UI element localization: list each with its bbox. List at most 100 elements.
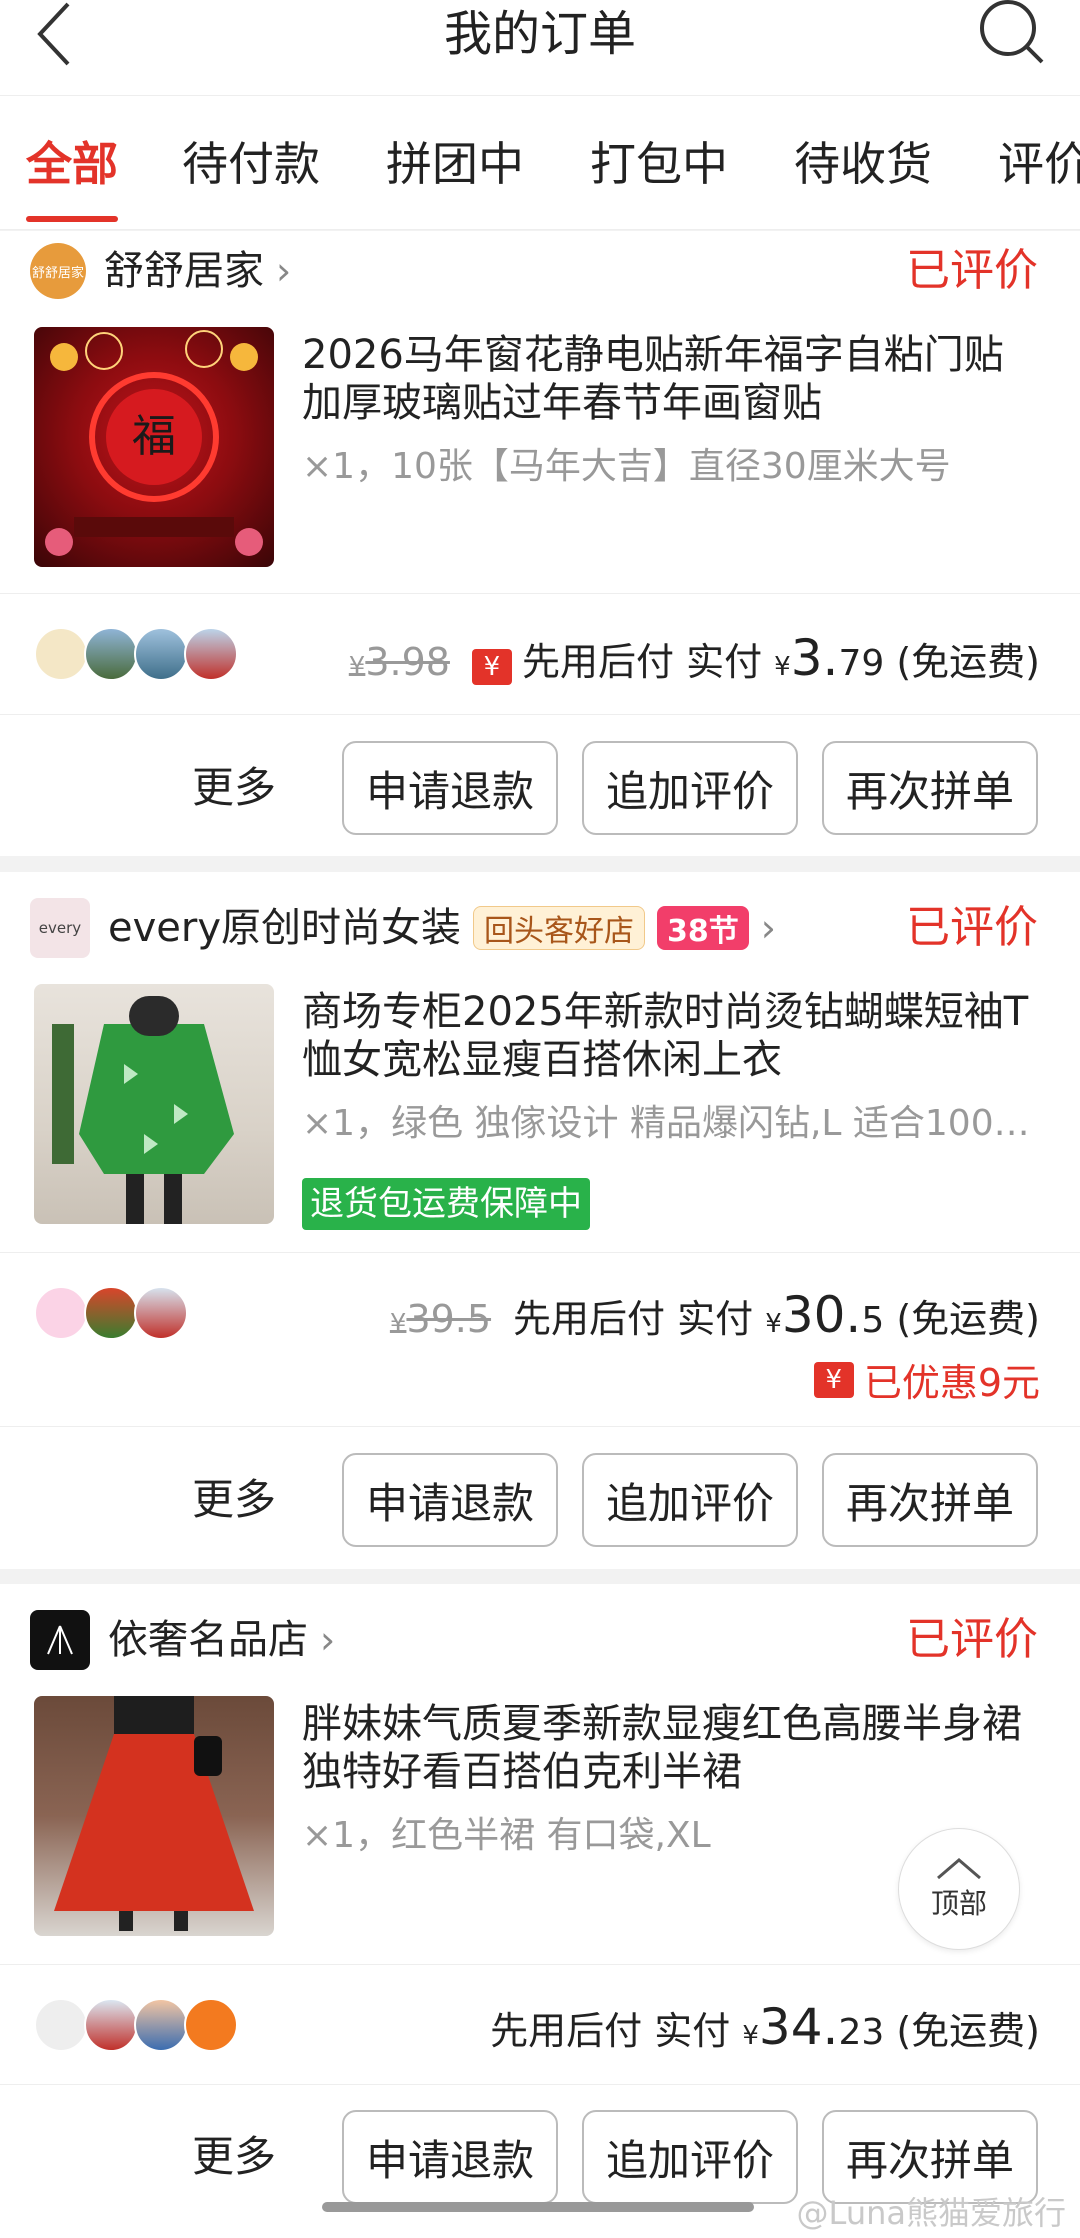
shop-header[interactable]: 舒舒居家 舒舒居家 › [30,241,291,301]
paid-price-integer: 3. [790,629,839,687]
repeat-customer-badge: 回头客好店 [473,906,646,950]
product-spec: ×1，10张【马年大吉】直径30厘米大号 [302,446,951,487]
refund-button[interactable]: 申请退款 [342,1453,558,1547]
more-button[interactable]: 更多 [192,755,276,821]
tab-to-receive[interactable]: 待收货 [794,134,932,194]
divider [0,593,1080,594]
divider [0,1252,1080,1253]
avatar [184,1998,238,2052]
divider [0,1964,1080,1965]
paid-price-decimal: 23 [838,2012,885,2053]
shop-header[interactable]: every every原创时尚女装 回头客好店 38节 › [30,898,776,958]
paid-label: 实付 [677,1297,754,1341]
divider [0,2084,1080,2085]
original-price: ¥39.5 [389,1297,492,1341]
festival-badge: 38节 [657,906,749,950]
app-header: 我的订单 [0,0,1080,96]
tab-group-buying[interactable]: 拼团中 [386,134,524,194]
currency-symbol: ¥ [774,652,791,682]
order-status: 已评价 [906,902,1038,953]
product-image[interactable] [34,984,274,1224]
chevron-right-icon: › [276,249,292,293]
tab-review[interactable]: 评价 [998,134,1080,194]
avatar [84,1998,138,2052]
order-status: 已评价 [906,1614,1038,1665]
tab-all[interactable]: 全部 [26,134,118,222]
yen-icon: ¥ [471,649,512,685]
product-title[interactable]: 2026马年窗花静电贴新年福字自粘门贴加厚玻璃贴过年春节年画窗贴 [302,331,1040,427]
order-card: 舒舒居家 舒舒居家 › 已评价 福 2026马年窗花静电贴新年福字自粘门贴加厚玻… [0,231,1080,856]
action-bar: 更多 申请退款 追加评价 再次拼单 [0,741,1080,835]
shop-name: 依奢名品店 [108,1617,308,1663]
shop-name: every原创时尚女装 [108,905,462,951]
product-title[interactable]: 商场专柜2025年新款时尚烫钻蝴蝶短袖T恤女宽松显瘦百搭休闲上衣 [302,988,1040,1084]
group-avatars [34,627,238,681]
discount-text: 已优惠9元 [863,1361,1040,1405]
pay-later-label: 先用后付 [513,1297,666,1341]
product-photo [54,1696,254,1931]
refund-button[interactable]: 申请退款 [342,2110,558,2204]
pay-later-label: 先用后付 [490,2009,643,2053]
chevron-up-icon [937,1858,981,1880]
avatar [34,1998,88,2052]
add-review-button[interactable]: 追加评价 [582,1453,798,1547]
more-button[interactable]: 更多 [192,2124,276,2190]
back-to-top-button[interactable]: 顶部 [898,1828,1020,1950]
product-image[interactable] [34,1696,274,1936]
product-photo: 福 [45,330,263,556]
chevron-right-icon: › [760,906,776,950]
order-card: every every原创时尚女装 回头客好店 38节 › 已评价 商场专柜20… [0,872,1080,1569]
order-status: 已评价 [906,245,1038,296]
currency-symbol: ¥ [765,1309,782,1339]
tab-pending-payment[interactable]: 待付款 [182,134,320,194]
price-row: ¥39.5 先用后付 实付 ¥ 30. 5 (免运费) [390,1286,1040,1344]
order-tabs: 全部 待付款 拼团中 打包中 待收货 评价 [0,96,1080,230]
currency-symbol: ¥ [742,2021,759,2051]
shop-logo: every [30,898,90,958]
watermark: @Luna熊猫爱旅行 [796,2194,1066,2232]
paid-price-decimal: 79 [838,643,885,684]
avatar [184,627,238,681]
shop-header[interactable]: 依奢名品店 › [30,1610,335,1670]
group-avatars [34,1998,238,2052]
paid-label: 实付 [654,2009,731,2053]
divider [0,1426,1080,1427]
action-bar: 更多 申请退款 追加评价 再次拼单 [0,1453,1080,1547]
avatar [134,1998,188,2052]
shop-name: 舒舒居家 [104,248,264,294]
search-icon [980,0,1044,64]
price-row: ¥3.98 ¥ 先用后付 实付 ¥ 3. 79 (免运费) [349,629,1040,687]
shop-logo-mark [47,1625,73,1655]
avatar [84,1286,138,1340]
yen-icon: ¥ [813,1361,854,1398]
refund-button[interactable]: 申请退款 [342,741,558,835]
tab-packing[interactable]: 打包中 [590,134,728,194]
paid-price-integer: 30. [781,1286,862,1344]
paid-price-decimal: 5 [861,1300,885,1341]
reorder-button[interactable]: 再次拼单 [822,1453,1038,1547]
svg-text:福: 福 [132,411,176,462]
chevron-right-icon: › [320,1618,336,1662]
guarantee-badge: 退货包运费保障中 [302,1178,590,1230]
paid-price-integer: 34. [758,1998,839,2056]
shipping-note: (免运费) [896,2009,1040,2053]
add-review-button[interactable]: 追加评价 [582,2110,798,2204]
paid-label: 实付 [686,640,763,684]
avatar [34,627,88,681]
shop-logo [30,1610,90,1670]
avatar [134,627,188,681]
more-button[interactable]: 更多 [192,1467,276,1533]
page-title: 我的订单 [443,6,636,62]
product-photo [52,996,234,1224]
product-spec: ×1，绿色 独傢设计 精品爆闪钻,L 适合100-115斤 [302,1103,1040,1144]
reorder-button[interactable]: 再次拼单 [822,741,1038,835]
shipping-note: (免运费) [896,1297,1040,1341]
back-to-top-label: 顶部 [930,1887,987,1920]
product-image[interactable]: 福 [34,327,274,567]
add-review-button[interactable]: 追加评价 [582,741,798,835]
pay-later-label: 先用后付 [521,640,674,684]
search-button[interactable] [972,0,1052,70]
discount-row: ¥ 已优惠9元 [813,1352,1040,1407]
group-avatars [34,1286,188,1340]
product-title[interactable]: 胖妹妹气质夏季新款显瘦红色高腰半身裙独特好看百搭伯克利半裙 [302,1700,1040,1796]
